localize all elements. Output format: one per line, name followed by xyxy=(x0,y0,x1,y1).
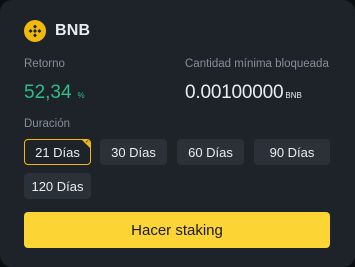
duration-label: Duración xyxy=(24,118,71,130)
coin-name: BNB xyxy=(55,22,91,39)
coin-header: BNB xyxy=(24,19,90,43)
min-locked-unit: BNB xyxy=(285,91,302,100)
check-icon: ✓ xyxy=(84,139,90,145)
stake-button[interactable]: Hacer staking xyxy=(24,212,330,248)
min-locked-value: 0.00100000 BNB xyxy=(185,82,302,104)
staking-card: BNB Retorno Cantidad mínima bloqueada 52… xyxy=(0,0,355,267)
duration-option-120[interactable]: 120 Días xyxy=(24,173,91,199)
duration-option-label: 90 Días xyxy=(269,144,315,160)
bnb-coin-icon xyxy=(24,20,46,42)
duration-option-60[interactable]: 60 Días xyxy=(177,139,244,165)
duration-option-label: 30 Días xyxy=(111,144,156,160)
duration-option-label: 60 Días xyxy=(188,144,233,160)
min-locked-label: Cantidad mínima bloqueada xyxy=(185,58,329,70)
apr-label: Retorno xyxy=(24,58,65,70)
duration-option-30[interactable]: 30 Días xyxy=(100,139,167,165)
apr-unit: % xyxy=(77,91,85,100)
duration-option-label: 120 Días xyxy=(31,178,84,194)
duration-option-21[interactable]: 21 Días ✓ xyxy=(24,139,91,165)
duration-option-label: 21 Días xyxy=(35,144,80,160)
min-locked-number: 0.00100000 xyxy=(185,82,284,103)
duration-option-90[interactable]: 90 Días xyxy=(254,139,330,165)
apr-value: 52,34 % xyxy=(24,82,85,104)
apr-number: 52,34 xyxy=(24,82,72,103)
